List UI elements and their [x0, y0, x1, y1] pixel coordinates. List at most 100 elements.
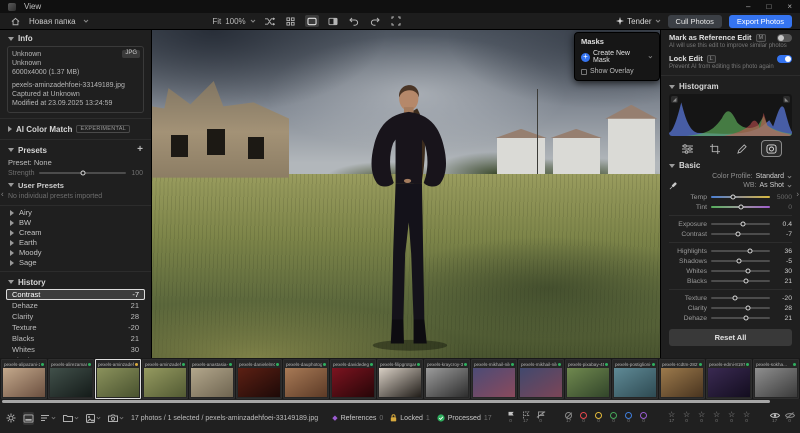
history-item[interactable]: Clarity 28	[6, 311, 145, 322]
slider-knob[interactable]	[740, 222, 745, 227]
filmstrip-thumbnail[interactable]: pexels-kraycroy-3...	[424, 359, 470, 399]
slider-track[interactable]	[711, 280, 770, 282]
grid-view-icon[interactable]	[284, 15, 298, 27]
camera-filter-dropdown[interactable]	[108, 414, 124, 422]
preset-folder[interactable]: Airy	[0, 208, 151, 218]
menu-view[interactable]: View	[24, 2, 41, 11]
brush-tool-icon[interactable]	[734, 142, 750, 156]
filmstrip-thumbnail[interactable]: pexels-aminzadef...	[95, 359, 141, 399]
folder-filter-dropdown[interactable]	[63, 414, 79, 422]
color-label-filter[interactable]: 0	[579, 412, 589, 425]
filmstrip-thumbnail[interactable]: pexels-alirezamani-...	[48, 359, 94, 399]
slider-knob[interactable]	[743, 316, 748, 321]
preset-folder[interactable]: Moody	[0, 248, 151, 258]
slider-knob[interactable]	[738, 205, 743, 210]
eyedropper-icon[interactable]	[669, 182, 677, 190]
redo-icon[interactable]	[368, 15, 382, 27]
star-rating-filter[interactable]: 17	[667, 411, 677, 425]
sort-dropdown[interactable]	[41, 414, 56, 422]
preset-folder[interactable]: BW	[0, 218, 151, 228]
ai-edit-tool-icon[interactable]	[761, 140, 782, 157]
references-stat[interactable]: ◆ References 0	[332, 414, 383, 422]
collapse-right-panel-handle[interactable]: ›	[796, 190, 799, 199]
history-item[interactable]: Contrast -7	[6, 289, 145, 300]
slider-track[interactable]	[711, 233, 770, 235]
filmstrip-scrollbar[interactable]	[2, 400, 770, 403]
wb-value[interactable]: As Shot	[759, 182, 784, 189]
history-item[interactable]: Whites 30	[6, 344, 145, 355]
filmstrip-thumbnail[interactable]: pexels-filipgrotgas...	[377, 359, 423, 399]
info-section-header[interactable]: Info	[0, 30, 151, 45]
slider-track[interactable]	[711, 270, 770, 272]
highlight-clipping-toggle[interactable]: ◣	[783, 96, 790, 103]
histogram-section-header[interactable]: Histogram	[661, 78, 800, 93]
filmstrip-thumbnail[interactable]: pexels-davidedegio...	[330, 359, 376, 399]
flag-filter[interactable]: 0	[536, 411, 546, 425]
show-overlay-checkbox[interactable]	[581, 69, 587, 75]
slider-knob[interactable]	[730, 195, 735, 200]
export-photos-button[interactable]: Export Photos	[729, 15, 792, 28]
filmstrip-thumbnail[interactable]: pexels-mikhail-nilo...	[518, 359, 564, 399]
create-new-mask-button[interactable]: + Create New Mask	[581, 50, 653, 64]
color-profile-value[interactable]: Standard	[756, 173, 784, 180]
slider-track[interactable]	[711, 260, 770, 262]
color-label-filter[interactable]: 0	[624, 412, 634, 425]
presets-section-header[interactable]: Presets +	[0, 142, 151, 157]
undo-icon[interactable]	[347, 15, 361, 27]
slider-knob[interactable]	[733, 296, 738, 301]
shadow-clipping-toggle[interactable]: ◢	[671, 96, 678, 103]
folder-selector[interactable]: Новая папка	[29, 17, 76, 26]
filmstrip-thumbnail[interactable]: pexels-anastasia-sh...	[189, 359, 235, 399]
star-rating-filter[interactable]: 0	[682, 411, 692, 425]
locked-stat[interactable]: Locked 1	[390, 414, 429, 422]
reference-edit-toggle[interactable]	[777, 34, 792, 42]
filmstrip-thumbnail[interactable]: pexels-edmi-81973...	[706, 359, 752, 399]
history-section-header[interactable]: History	[0, 274, 151, 289]
color-label-filter[interactable]: 0	[594, 412, 604, 425]
home-icon[interactable]	[8, 15, 22, 27]
history-item[interactable]: Blacks 21	[6, 333, 145, 344]
zoom-level[interactable]: 100%	[225, 17, 245, 26]
white-balance-row[interactable]: WB: As Shot	[661, 181, 800, 190]
maximize-button[interactable]: □	[766, 0, 771, 13]
strength-slider[interactable]	[39, 172, 126, 174]
flag-filter[interactable]: 17	[521, 411, 531, 425]
collapse-left-panel-handle[interactable]: ‹	[1, 190, 4, 199]
history-item[interactable]: Texture -20	[6, 322, 145, 333]
filetype-filter-dropdown[interactable]	[86, 414, 101, 423]
slider-knob[interactable]	[746, 269, 751, 274]
color-label-filter[interactable]: 0	[639, 412, 649, 425]
filmstrip-thumbnail[interactable]: pexels-postiglioni-...	[612, 359, 658, 399]
close-button[interactable]: ×	[787, 0, 792, 13]
add-preset-button[interactable]: +	[137, 146, 143, 154]
minimize-button[interactable]: –	[746, 0, 750, 13]
ai-color-match-header[interactable]: AI Color Match EXPERIMENTAL	[0, 121, 151, 136]
adjustments-tool-icon[interactable]	[680, 142, 696, 156]
filmstrip-thumbnail[interactable]: pexels-pixabay-458...	[565, 359, 611, 399]
slider-track[interactable]	[711, 297, 770, 299]
lock-edit-toggle[interactable]	[777, 55, 792, 63]
color-profile-row[interactable]: Color Profile: Standard	[661, 172, 800, 181]
history-item[interactable]: Dehaze 21	[6, 300, 145, 311]
crop-tool-icon[interactable]	[707, 142, 723, 156]
star-rating-filter[interactable]: 0	[697, 411, 707, 425]
color-label-filter[interactable]: 0	[609, 412, 619, 425]
fullscreen-icon[interactable]	[389, 15, 403, 27]
compare-shuffle-icon[interactable]	[263, 15, 277, 27]
slider-knob[interactable]	[747, 249, 752, 254]
hidden-filter[interactable]: 0	[785, 412, 795, 425]
star-rating-filter[interactable]: 0	[727, 411, 737, 425]
history-item[interactable]: Shadows -5	[6, 355, 145, 358]
filmstrip-thumbnail[interactable]: pexels-sokha...	[753, 359, 799, 399]
preset-folder[interactable]: Earth	[0, 238, 151, 248]
preset-folder[interactable]: Cream	[0, 228, 151, 238]
slider-knob[interactable]	[743, 279, 748, 284]
filmstrip-panel-toggle[interactable]	[23, 412, 34, 425]
fit-mode-label[interactable]: Fit	[212, 17, 221, 26]
flag-filter[interactable]: 0	[506, 411, 516, 425]
filmstrip-thumbnail[interactable]: pexels-dauphotogr...	[283, 359, 329, 399]
slider-track[interactable]	[711, 196, 770, 198]
cull-photos-button[interactable]: Cull Photos	[668, 15, 722, 28]
reset-all-button[interactable]: Reset All	[669, 329, 792, 346]
slider-track[interactable]	[711, 223, 770, 225]
